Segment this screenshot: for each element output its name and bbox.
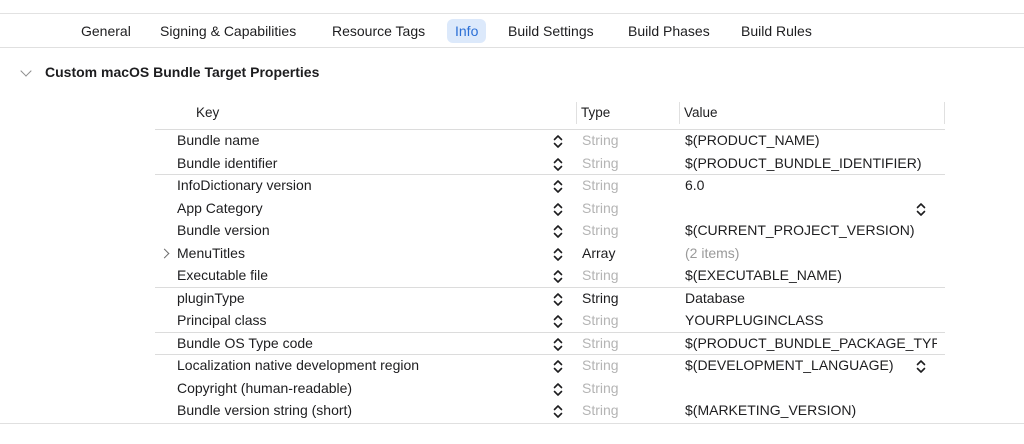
table-row[interactable]: Bundle version string (short) String $(MAR…: [155, 399, 945, 422]
key-popup-stepper-icon[interactable]: [552, 224, 564, 239]
table-row[interactable]: Copyright (human-readable) String: [155, 377, 945, 400]
key-popup-stepper-icon[interactable]: [552, 359, 564, 374]
value-popup-stepper-icon[interactable]: [915, 202, 927, 217]
key-popup-stepper-icon[interactable]: [552, 179, 564, 194]
key-cell[interactable]: Bundle name: [177, 132, 260, 148]
bottom-border: [0, 423, 1024, 424]
key-popup-stepper-icon[interactable]: [552, 134, 564, 149]
table-row[interactable]: Bundle name String $(PRODUCT_NAME): [155, 129, 945, 152]
key-cell[interactable]: Executable file: [177, 267, 268, 283]
type-cell[interactable]: String: [582, 357, 619, 373]
key-cell[interactable]: Principal class: [177, 312, 266, 328]
column-divider: [944, 102, 945, 124]
value-cell[interactable]: $(EXECUTABLE_NAME): [685, 267, 937, 283]
table-row[interactable]: Bundle version String $(CURRENT_PROJECT_VE…: [155, 219, 945, 242]
key-cell[interactable]: Bundle version: [177, 222, 270, 238]
key-popup-stepper-icon[interactable]: [552, 404, 564, 419]
type-cell[interactable]: String: [582, 380, 619, 396]
type-cell[interactable]: String: [582, 312, 619, 328]
key-cell[interactable]: Bundle identifier: [177, 155, 277, 171]
key-popup-stepper-icon[interactable]: [552, 202, 564, 217]
column-divider[interactable]: [679, 102, 680, 124]
type-cell[interactable]: String: [582, 402, 619, 418]
section-title: Custom macOS Bundle Target Properties: [45, 64, 320, 80]
table-row[interactable]: Executable file String $(EXECUTABLE_NAME): [155, 264, 945, 287]
key-cell[interactable]: App Category: [177, 200, 263, 216]
value-cell[interactable]: $(PRODUCT_BUNDLE_IDENTIFIER): [685, 155, 937, 171]
key-cell[interactable]: Localization native development region: [177, 357, 419, 373]
value-cell[interactable]: (2 items): [685, 245, 937, 261]
tab-general[interactable]: General: [81, 19, 131, 43]
row-separator: [155, 354, 945, 355]
type-cell[interactable]: String: [582, 267, 619, 283]
row-separator: [155, 331, 945, 333]
disclosure-chevron-icon[interactable]: [159, 248, 170, 258]
table-row[interactable]: App Category String: [155, 197, 945, 220]
editor-tab-bar: General Signing & Capabilities Resource …: [0, 0, 1024, 48]
type-cell[interactable]: String: [582, 290, 619, 306]
key-cell[interactable]: MenuTitles: [177, 245, 245, 261]
column-header-key[interactable]: Key: [196, 102, 219, 124]
table-row[interactable]: Localization native development region St…: [155, 354, 945, 377]
value-cell[interactable]: 6.0: [685, 177, 937, 193]
type-cell[interactable]: String: [582, 200, 619, 216]
tab-bar-divider: [0, 47, 1024, 48]
key-popup-stepper-icon[interactable]: [552, 382, 564, 397]
key-popup-stepper-icon[interactable]: [552, 269, 564, 284]
value-cell[interactable]: YOURPLUGINCLASS: [685, 312, 937, 328]
column-divider[interactable]: [576, 102, 577, 124]
value-cell[interactable]: $(CURRENT_PROJECT_VERSION): [685, 222, 937, 238]
tab-info[interactable]: Info: [447, 19, 487, 43]
value-cell[interactable]: $(MARKETING_VERSION): [685, 402, 937, 418]
tab-build-phases[interactable]: Build Phases: [628, 19, 710, 43]
key-popup-stepper-icon[interactable]: [552, 337, 564, 352]
key-popup-stepper-icon[interactable]: [552, 157, 564, 172]
key-popup-stepper-icon[interactable]: [552, 292, 564, 307]
key-cell[interactable]: InfoDictionary version: [177, 177, 312, 193]
key-popup-stepper-icon[interactable]: [552, 314, 564, 329]
type-cell[interactable]: String: [582, 155, 619, 171]
table-row[interactable]: MenuTitles Array (2 items): [155, 242, 945, 265]
key-cell[interactable]: Bundle OS Type code: [177, 335, 313, 351]
tab-signing-capabilities[interactable]: Signing & Capabilities: [160, 19, 296, 43]
table-row[interactable]: Principal class String YOURPLUGINCLASS: [155, 309, 945, 332]
tab-resource-tags[interactable]: Resource Tags: [332, 19, 425, 43]
row-separator: [155, 286, 945, 288]
value-cell[interactable]: $(PRODUCT_BUNDLE_PACKAGE_TYP: [685, 335, 937, 351]
table-row[interactable]: InfoDictionary version String 6.0: [155, 174, 945, 197]
type-cell[interactable]: String: [582, 132, 619, 148]
type-cell[interactable]: Array: [582, 245, 615, 261]
key-cell[interactable]: Bundle version string (short): [177, 402, 352, 418]
tab-build-settings[interactable]: Build Settings: [508, 19, 594, 43]
row-separator: [155, 129, 945, 130]
type-cell[interactable]: String: [582, 335, 619, 351]
row-separator: [155, 174, 945, 175]
value-cell[interactable]: $(DEVELOPMENT_LANGUAGE): [685, 357, 937, 373]
value-cell[interactable]: Database: [685, 290, 937, 306]
value-popup-stepper-icon[interactable]: [915, 359, 927, 374]
table-row[interactable]: Bundle OS Type code String $(PRODUCT_BUNDL…: [155, 331, 945, 355]
tab-build-rules[interactable]: Build Rules: [741, 19, 812, 43]
value-cell[interactable]: $(PRODUCT_NAME): [685, 132, 937, 148]
table-row[interactable]: Bundle identifier String $(PRODUCT_BUNDLE_…: [155, 152, 945, 175]
key-cell[interactable]: Copyright (human-readable): [177, 380, 352, 396]
key-popup-stepper-icon[interactable]: [552, 247, 564, 262]
key-cell[interactable]: pluginType: [177, 290, 245, 306]
type-cell[interactable]: String: [582, 177, 619, 193]
table-row[interactable]: pluginType String Database: [155, 286, 945, 310]
info-plist-table: Bundle name String $(PRODUCT_NAME) Bundle i…: [155, 129, 945, 422]
column-header-value[interactable]: Value: [684, 102, 718, 124]
type-cell[interactable]: String: [582, 222, 619, 238]
column-header-type[interactable]: Type: [581, 102, 610, 124]
